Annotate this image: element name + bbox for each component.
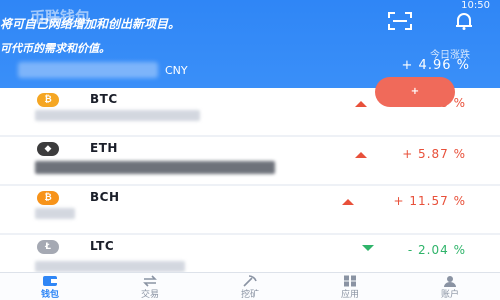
btc-icon: ₿ bbox=[37, 93, 59, 107]
coin-symbol: BCH bbox=[90, 190, 120, 204]
coin-symbol: ETH bbox=[90, 141, 118, 155]
coin-symbol: LTC bbox=[90, 239, 115, 253]
overlay-caption-line-2: 可代币的需求和价值。 bbox=[0, 42, 110, 55]
coin-amount-blurred bbox=[35, 261, 185, 272]
overlay-caption-line-1: 将可自己网络增加和创出新项目。 bbox=[0, 17, 181, 31]
mining-icon bbox=[243, 275, 257, 287]
bottom-tab-bar: 钱包 交易 挖矿 应用 账户 bbox=[0, 272, 500, 300]
tab-label: 交易 bbox=[140, 290, 159, 300]
promo-badge[interactable]: + bbox=[375, 77, 455, 107]
up-arrow-icon bbox=[355, 152, 367, 158]
down-arrow-icon bbox=[362, 245, 374, 251]
coin-amount-blurred bbox=[35, 161, 275, 174]
tab-account[interactable]: 账户 bbox=[400, 273, 500, 300]
ltc-icon: Ł bbox=[37, 240, 59, 254]
list-item[interactable]: ₿ BCH + 11.57 % bbox=[0, 186, 500, 233]
up-arrow-icon bbox=[342, 199, 354, 205]
coin-change: + 5.87 % bbox=[402, 147, 466, 161]
coin-amount-blurred bbox=[35, 110, 200, 121]
tab-label: 挖矿 bbox=[240, 290, 259, 300]
eth-icon: ◆ bbox=[37, 142, 59, 156]
tab-exchange[interactable]: 交易 bbox=[100, 273, 200, 300]
tab-label: 钱包 bbox=[40, 290, 59, 300]
coin-symbol: BTC bbox=[90, 92, 118, 106]
status-time: 10:50 bbox=[461, 0, 490, 11]
wallet-icon bbox=[43, 276, 57, 286]
coin-list: ₿ BTC + 0.88 % ◆ ETH + 5.87 % ₿ BCH + 11… bbox=[0, 88, 500, 284]
list-item[interactable]: ◆ ETH + 5.87 % bbox=[0, 137, 500, 184]
tab-wallet[interactable]: 钱包 bbox=[0, 273, 100, 300]
change-value: + 4.96 % bbox=[401, 58, 470, 73]
tab-mining[interactable]: 挖矿 bbox=[200, 273, 300, 300]
exchange-icon bbox=[143, 275, 157, 287]
coin-amount-blurred bbox=[35, 208, 75, 219]
coin-change: - 2.04 % bbox=[407, 243, 466, 257]
up-arrow-icon bbox=[355, 101, 367, 107]
coin-change: + 11.57 % bbox=[393, 194, 466, 208]
apps-icon bbox=[344, 275, 356, 287]
account-icon bbox=[444, 276, 456, 287]
scan-icon[interactable] bbox=[388, 12, 412, 30]
wallet-header: 10:50 币联钱包 将可自己网络增加和创出新项目。 可代币的需求和价值。 CN… bbox=[0, 0, 500, 88]
tab-apps[interactable]: 应用 bbox=[300, 273, 400, 300]
asset-value-blurred bbox=[18, 62, 158, 78]
bell-icon[interactable] bbox=[454, 12, 474, 30]
tab-label: 应用 bbox=[340, 290, 359, 300]
asset-currency: CNY bbox=[165, 64, 188, 77]
tab-label: 账户 bbox=[440, 290, 459, 300]
bch-icon: ₿ bbox=[37, 191, 59, 205]
